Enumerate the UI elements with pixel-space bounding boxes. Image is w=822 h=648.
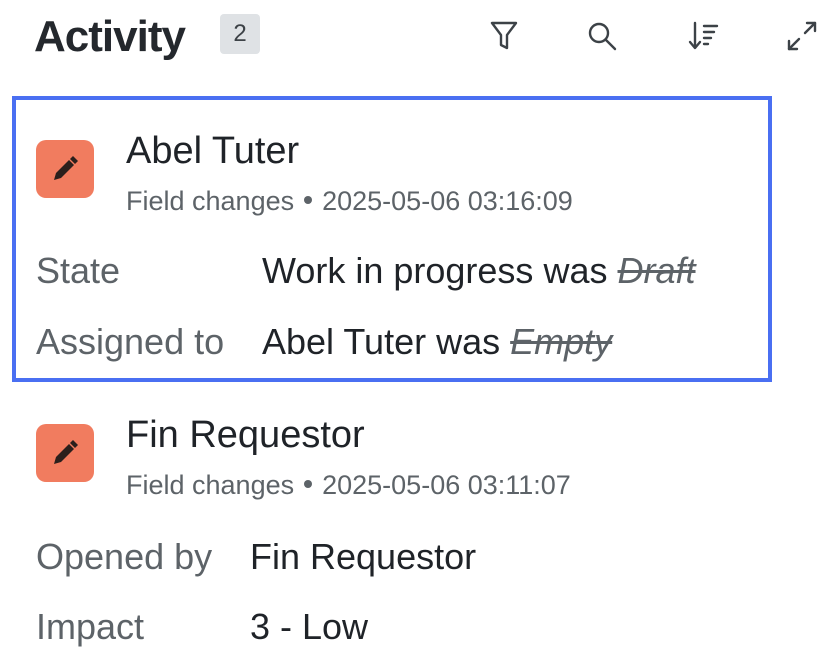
field-was-text: was [543,250,608,291]
activity-entry[interactable]: Abel Tuter Field changes 2025-05-06 03:16… [12,96,772,382]
field-new-value: Abel Tuter [262,321,427,362]
field-new-value: Fin Requestor [250,536,477,577]
entry-type: Field changes [126,186,295,216]
activity-entry[interactable]: Fin Requestor Field changes 2025-05-06 03… [12,396,772,647]
field-label: State [36,250,121,291]
search-icon[interactable] [582,16,622,56]
entry-meta: Field changes 2025-05-06 03:16:09 [126,186,573,217]
field-label: Assigned to [36,321,225,362]
field-new-value: 3 - Low [250,606,369,647]
sort-icon[interactable] [684,16,724,56]
separator-dot [304,479,313,488]
field-value: Abel Tuter was Empty [262,321,612,363]
activity-header: Activity 2 [34,8,822,64]
field-value: Work in progress was Draft [262,250,696,292]
field-old-value: Draft [617,250,696,291]
activity-count-badge: 2 [220,14,260,54]
entry-meta: Field changes 2025-05-06 03:11:07 [126,470,571,501]
expand-icon[interactable] [782,16,822,56]
pencil-icon [36,140,94,198]
separator-dot [304,195,313,204]
field-new-value: Work in progress [262,250,534,291]
entry-timestamp: 2025-05-06 03:11:07 [322,470,571,500]
activity-title: Activity [34,12,186,61]
field-old-value: Empty [510,321,613,362]
field-label: Impact [36,606,145,647]
entry-timestamp: 2025-05-06 03:16:09 [322,186,573,216]
entry-user-name: Fin Requestor [126,414,365,456]
field-was-text: was [436,321,501,362]
entry-type: Field changes [126,470,295,500]
field-label: Opened by [36,536,213,577]
filter-icon[interactable] [484,16,524,56]
pencil-icon [36,424,94,482]
entry-user-name: Abel Tuter [126,130,300,172]
